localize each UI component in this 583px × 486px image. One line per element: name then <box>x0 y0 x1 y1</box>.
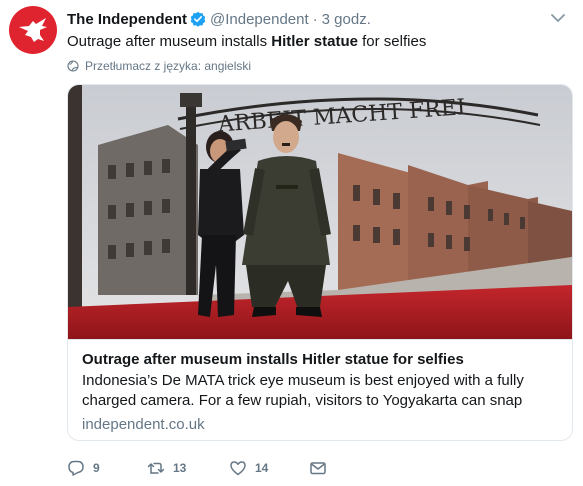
tweet-header: The Independent @Independent · 3 godz. <box>67 9 563 29</box>
card-description: Indonesia’s De MATA trick eye museum is … <box>82 372 524 409</box>
translate-label: Przetłumacz z języka: angielski <box>85 59 252 73</box>
heart-icon <box>230 461 246 476</box>
verified-badge-icon <box>190 11 206 27</box>
tweet-time[interactable]: 3 godz. <box>322 11 371 28</box>
tweet-text-prefix: Outrage after museum installs <box>67 33 272 50</box>
tweet-text-suffix: for selfies <box>357 33 427 50</box>
like-button[interactable]: 14 <box>229 459 309 477</box>
globe-icon <box>67 60 79 72</box>
card-title: Outrage after museum installs Hitler sta… <box>82 351 464 368</box>
author-name[interactable]: The Independent <box>67 11 187 28</box>
tweet-actions: 9 13 14 <box>67 456 327 480</box>
independent-eagle-logo-icon <box>19 18 47 42</box>
translate-link[interactable]: Przetłumacz z języka: angielski <box>67 58 251 74</box>
card-body: Outrage after museum installs Hitler sta… <box>68 339 572 440</box>
reply-count: 9 <box>93 461 100 475</box>
tweet-text: Outrage after museum installs Hitler sta… <box>67 32 563 52</box>
link-card[interactable]: ARBEIT MACHT FREI Outrage after museum i… <box>67 84 573 441</box>
reply-button[interactable]: 9 <box>67 459 147 477</box>
like-count: 14 <box>255 461 269 475</box>
tweet-text-bold: Hitler statue <box>271 33 358 50</box>
direct-message-button[interactable] <box>309 459 327 477</box>
card-domain: independent.co.uk <box>82 416 205 433</box>
article-photo: ARBEIT MACHT FREI <box>68 85 572 339</box>
author-handle[interactable]: @Independent <box>210 11 309 28</box>
avatar[interactable] <box>9 6 57 54</box>
retweet-button[interactable]: 13 <box>147 459 229 477</box>
separator-dot: · <box>312 10 318 28</box>
chevron-down-icon[interactable] <box>551 13 565 23</box>
reply-icon <box>68 460 84 476</box>
envelope-icon <box>310 462 326 475</box>
retweet-icon <box>147 462 165 474</box>
retweet-count: 13 <box>173 461 187 475</box>
